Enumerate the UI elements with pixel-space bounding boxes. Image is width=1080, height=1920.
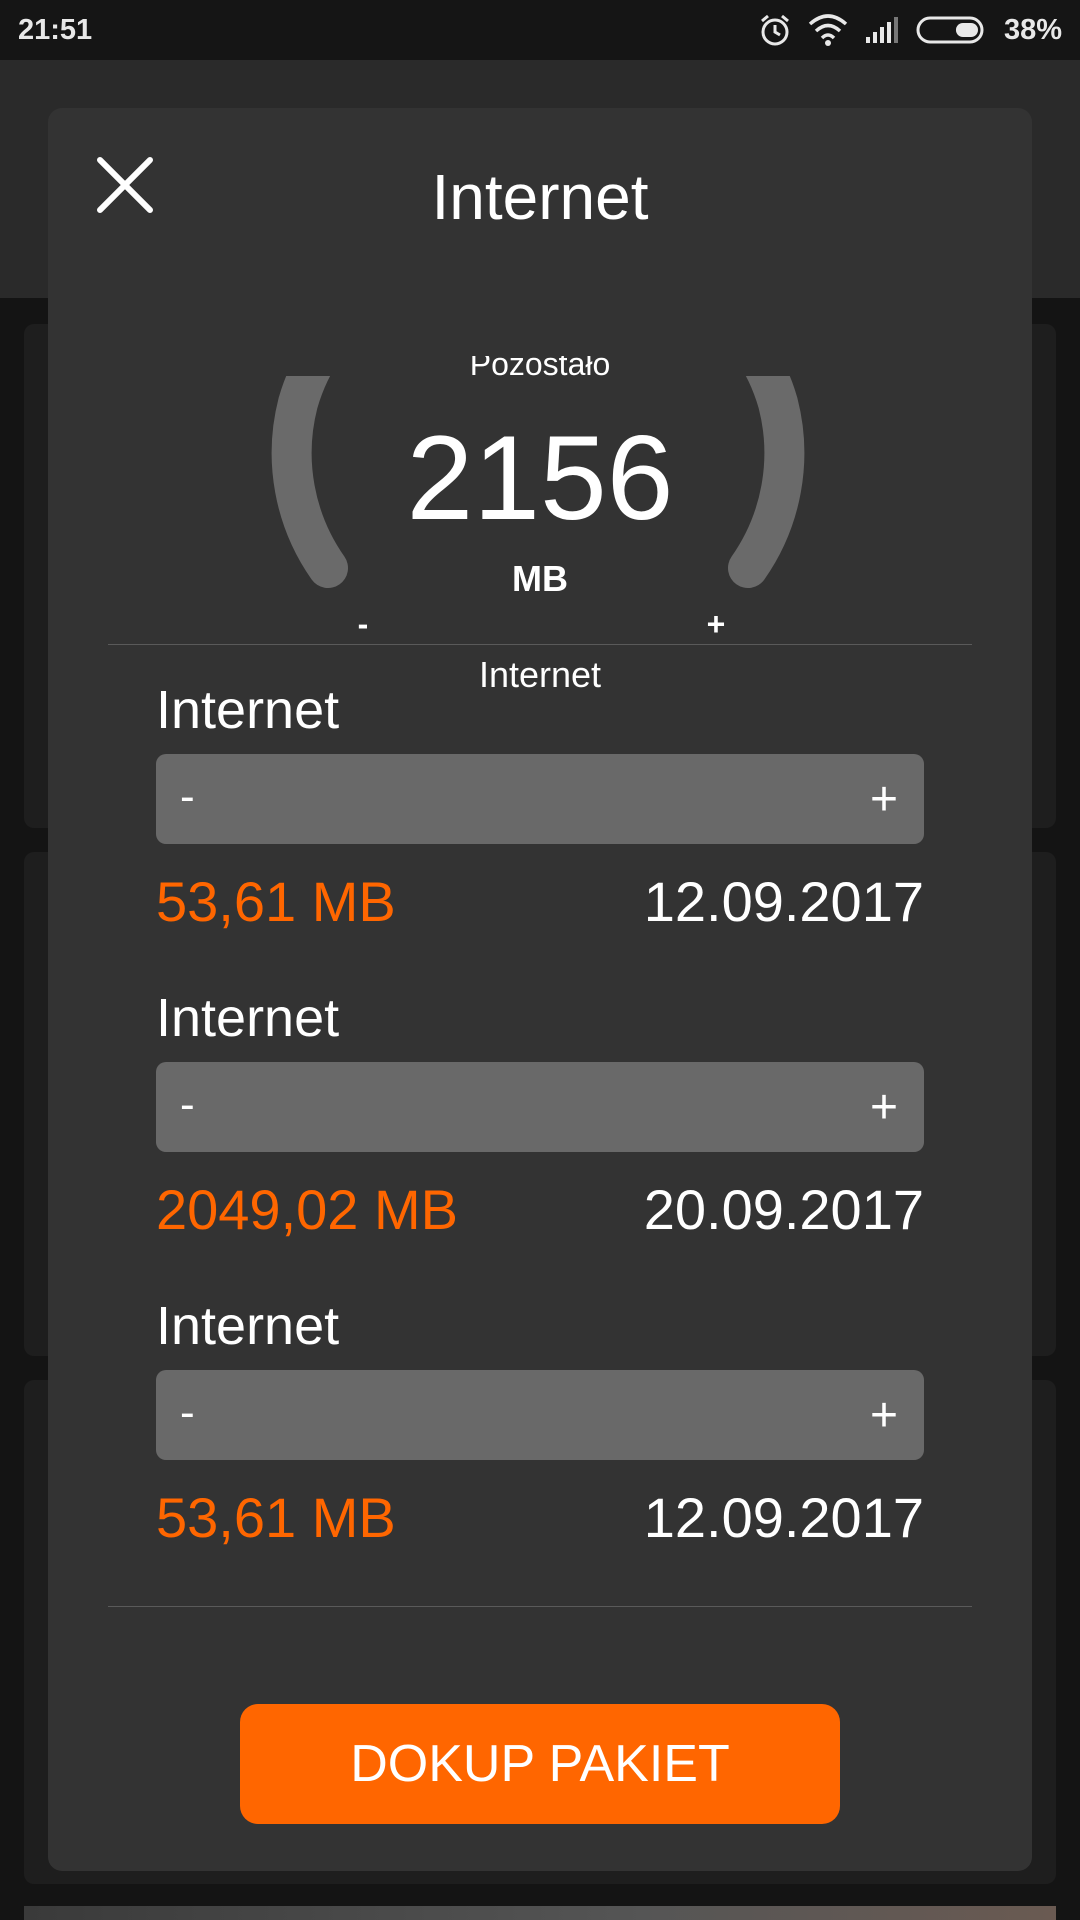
usage-gauge: Pozostało 2156 MB - + (48, 268, 1032, 642)
package-name: Internet (156, 1296, 340, 1356)
alarm-icon (758, 13, 792, 47)
status-bar: 21:51 38% (0, 0, 1080, 60)
battery-icon (916, 15, 988, 45)
package-details: 53,61 MB 12.09.2017 (156, 870, 924, 934)
package-usage-bar: - + (156, 754, 924, 844)
gauge-minus-marker: - (357, 606, 369, 642)
package-expiry-date: 12.09.2017 (643, 870, 924, 933)
package-expiry-date: 12.09.2017 (643, 1486, 924, 1549)
bar-plus-marker: + (869, 773, 898, 826)
package-details: 53,61 MB 12.09.2017 (156, 1486, 924, 1550)
bar-minus-marker: - (180, 1080, 195, 1129)
dialog-title: Internet (431, 161, 649, 233)
battery-percent: 38% (1003, 13, 1062, 46)
bar-minus-marker: - (180, 1388, 195, 1437)
package-expiry-date: 20.09.2017 (643, 1178, 924, 1241)
package-item: Internet - + 53,61 MB 12.09.2017 (156, 678, 924, 934)
signal-icon (864, 15, 900, 45)
bar-minus-marker: - (180, 772, 195, 821)
package-amount: 53,61 MB (156, 870, 396, 933)
gauge-label: Pozostało (469, 356, 611, 382)
remaining-value: 2156 (406, 411, 674, 545)
package-amount: 53,61 MB (156, 1486, 396, 1549)
bar-plus-marker: + (869, 1389, 898, 1442)
divider (108, 1606, 972, 1607)
status-time: 21:51 (18, 13, 93, 46)
gauge-plus-marker: + (706, 606, 726, 642)
divider (108, 644, 972, 645)
package-item: Internet - + 53,61 MB 12.09.2017 (156, 1294, 924, 1550)
wifi-icon (808, 14, 848, 46)
package-usage-bar: - + (156, 1062, 924, 1152)
package-details: 2049,02 MB 20.09.2017 (156, 1178, 924, 1242)
internet-dialog: Internet Pozostało 2156 MB - + Internet … (48, 108, 1032, 1871)
remaining-unit: MB (512, 558, 568, 599)
bar-plus-marker: + (869, 1081, 898, 1134)
package-name: Internet (156, 988, 340, 1048)
buy-package-button[interactable]: DOKUP PAKIET (240, 1704, 840, 1824)
package-item: Internet - + 2049,02 MB 20.09.2017 (156, 986, 924, 1242)
package-usage-bar: - + (156, 1370, 924, 1460)
status-icons: 38% (758, 13, 1062, 47)
package-amount: 2049,02 MB (156, 1178, 458, 1241)
package-name: Internet (156, 680, 340, 740)
background-image (24, 1906, 1056, 1920)
